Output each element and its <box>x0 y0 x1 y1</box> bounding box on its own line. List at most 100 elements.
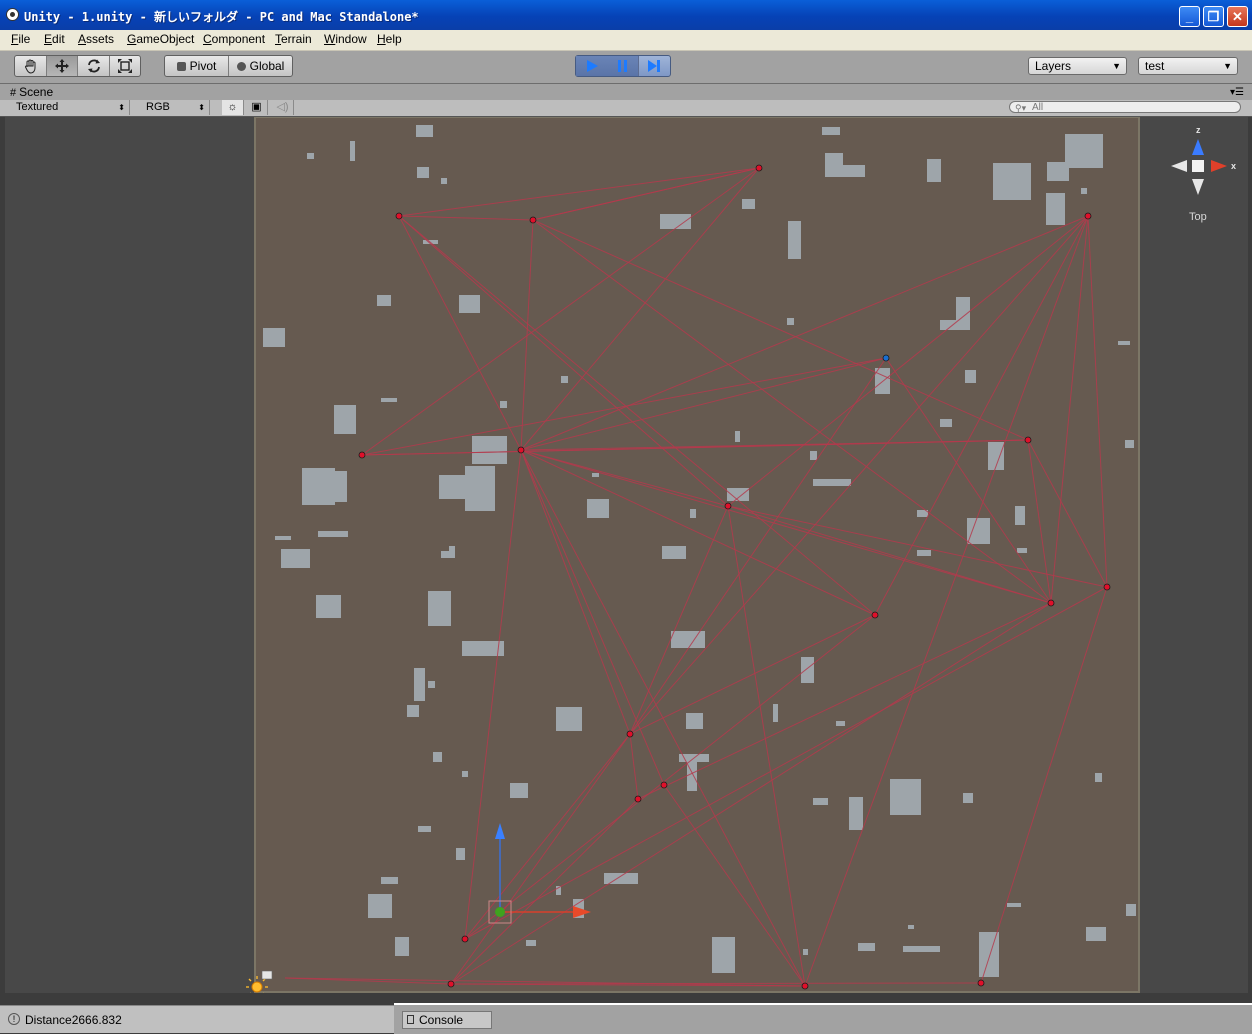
status-message[interactable]: Distance2666.832 <box>25 1013 122 1027</box>
obstacle-block <box>456 848 465 860</box>
pause-button[interactable] <box>607 56 639 76</box>
tab-console[interactable]: Console <box>402 1011 492 1029</box>
global-toggle[interactable]: Global <box>229 56 292 76</box>
obstacle-block <box>462 771 468 777</box>
obstacle-block <box>472 436 507 464</box>
pause-icon <box>617 60 627 72</box>
scene-lighting-toggle[interactable]: ☼ <box>222 100 244 115</box>
obstacle-block <box>1065 134 1103 168</box>
play-icon <box>586 60 598 72</box>
gizmo-center-cube[interactable] <box>1192 160 1204 172</box>
tab-scene[interactable]: # Scene <box>10 85 53 99</box>
window-title: Unity - 1.unity - 新しいフォルダ - PC and Mac S… <box>24 10 419 24</box>
obstacle-block <box>433 752 442 762</box>
neg-x-axis-cone[interactable] <box>1171 160 1187 172</box>
waypoint-node[interactable] <box>724 502 732 510</box>
waypoint-node[interactable] <box>1024 436 1032 444</box>
obstacle-block <box>441 551 449 558</box>
obstacle-block <box>803 949 808 955</box>
console-icon <box>407 1015 414 1024</box>
pivot-icon <box>176 62 186 71</box>
goal-waypoint[interactable] <box>882 354 890 362</box>
obstacle-block <box>908 925 914 929</box>
menu-terrain[interactable]: Terrain <box>275 32 312 46</box>
layers-label: Layers <box>1035 59 1072 73</box>
menu-component[interactable]: Component <box>203 32 265 46</box>
obstacle-block <box>263 328 285 347</box>
scene-search-input[interactable]: ⚲▾ All <box>1009 101 1241 113</box>
waypoint-node[interactable] <box>871 611 879 619</box>
obstacle-block <box>1046 193 1065 225</box>
obstacle-block <box>1095 773 1102 782</box>
rotate-tool-button[interactable] <box>78 56 110 76</box>
scene-tab-bar: # Scene ▾☰ <box>0 84 1252 100</box>
speaker-icon: ◁) <box>276 101 289 113</box>
layout-dropdown[interactable]: test ▼ <box>1138 57 1238 75</box>
waypoint-node[interactable] <box>447 980 455 988</box>
waypoint-node[interactable] <box>517 446 525 454</box>
waypoint-node[interactable] <box>395 212 403 220</box>
tab-scene-label: Scene <box>19 85 54 99</box>
x-axis-cone[interactable] <box>1211 160 1227 172</box>
step-icon <box>647 60 660 72</box>
scene-audio-toggle[interactable]: ◁) <box>272 100 294 115</box>
waypoint-node[interactable] <box>634 795 642 803</box>
obstacle-block <box>801 657 814 683</box>
waypoint-node[interactable] <box>1047 599 1055 607</box>
waypoint-node[interactable] <box>358 451 366 459</box>
z-axis-cone[interactable] <box>1192 139 1204 155</box>
scene-overlay-toggle[interactable]: ▣ <box>246 100 268 115</box>
step-button[interactable] <box>638 56 669 76</box>
player-object[interactable] <box>495 907 505 917</box>
scene-canvas[interactable]: z x <box>5 117 1248 993</box>
obstacle-block <box>428 681 435 688</box>
menu-window[interactable]: Window <box>324 32 367 46</box>
waypoint-node[interactable] <box>660 781 668 789</box>
waypoint-node[interactable] <box>801 982 809 990</box>
dropdown-arrow-icon: ▼ <box>1223 61 1232 71</box>
title-bar: Unity - 1.unity - 新しいフォルダ - PC and Mac S… <box>0 0 1252 30</box>
move-tool-button[interactable] <box>47 56 78 76</box>
menu-help[interactable]: Help <box>377 32 402 46</box>
waypoint-node[interactable] <box>977 979 985 987</box>
obstacle-block <box>1017 548 1027 553</box>
obstacle-block <box>334 405 356 434</box>
obstacle-block <box>275 536 291 540</box>
neg-z-axis-cone[interactable] <box>1192 179 1204 195</box>
obstacle-block <box>1126 904 1136 916</box>
obstacle-block <box>604 873 638 884</box>
render-mode-dropdown[interactable]: Textured ⬍ <box>10 100 130 115</box>
obstacle-block <box>967 518 990 544</box>
obstacle-block <box>825 165 865 177</box>
pivot-toggle[interactable]: Pivot <box>165 56 229 76</box>
obstacle-block <box>377 295 391 306</box>
close-button[interactable]: ✕ <box>1227 6 1248 27</box>
scene-viewport[interactable]: z x <box>5 117 1248 993</box>
obstacle-block <box>459 295 480 313</box>
menu-gameobject[interactable]: GameObject <box>127 32 194 46</box>
hand-tool-button[interactable] <box>15 56 47 76</box>
scale-tool-button[interactable] <box>110 56 140 76</box>
color-mode-dropdown[interactable]: RGB ⬍ <box>140 100 210 115</box>
waypoint-node[interactable] <box>1103 583 1111 591</box>
obstacle-block <box>418 826 431 832</box>
waypoint-node[interactable] <box>626 730 634 738</box>
maximize-button[interactable]: ❐ <box>1203 6 1224 27</box>
menu-assets[interactable]: Assets <box>78 32 114 46</box>
waypoint-node[interactable] <box>755 164 763 172</box>
waypoint-node[interactable] <box>461 935 469 943</box>
layers-dropdown[interactable]: Layers ▼ <box>1028 57 1127 75</box>
obstacle-block <box>890 779 921 815</box>
obstacle-block <box>587 499 609 518</box>
waypoint-node[interactable] <box>529 216 537 224</box>
menu-file[interactable]: File <box>11 32 30 46</box>
menu-edit[interactable]: Edit <box>44 32 65 46</box>
obstacle-block <box>381 398 397 402</box>
info-icon: ! <box>8 1013 20 1025</box>
orientation-gizmo[interactable]: z x <box>1171 125 1236 195</box>
play-button[interactable] <box>576 56 608 76</box>
waypoint-node[interactable] <box>1084 212 1092 220</box>
panel-menu-icon[interactable]: ▾☰ <box>1230 87 1244 98</box>
minimize-button[interactable]: _ <box>1179 6 1200 27</box>
obstacle-block <box>671 631 705 648</box>
